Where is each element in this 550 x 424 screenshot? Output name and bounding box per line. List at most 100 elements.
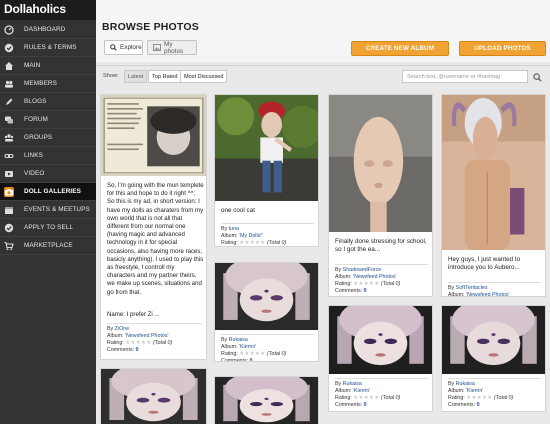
comments-count[interactable]: 0 xyxy=(136,347,139,353)
sidebar-item-main[interactable]: MAIN xyxy=(0,57,96,75)
photo-thumbnail[interactable] xyxy=(101,95,206,176)
search-input[interactable]: Search text, @username or #hashtag xyxy=(402,70,528,83)
tab-my-photos[interactable]: My photos xyxy=(147,40,197,55)
filter-bar: Show: Latest Top Rated Most Discussed Se… xyxy=(96,65,550,86)
photo-card[interactable]: So, I'm going with the mun templete for … xyxy=(100,94,207,360)
photo-album-link[interactable]: 'Kierrin' xyxy=(239,344,256,350)
comments-count[interactable]: 0 xyxy=(477,402,480,408)
album-label: Album: xyxy=(335,388,352,394)
sidebar-item-video[interactable]: VIDEO xyxy=(0,165,96,183)
photo-rating-row: Rating: ★★★★★ (Total 0) xyxy=(107,340,202,347)
divider xyxy=(448,282,541,283)
photo-album-row: Album: 'Kierrin' xyxy=(335,388,430,395)
photo-album-link[interactable]: 'Newsfeed Photos' xyxy=(466,292,510,296)
sidebar-item-doll-galleries[interactable]: DOLL GALLERIES xyxy=(0,183,96,201)
sidebar-item-marketplace[interactable]: MARKETPLACE xyxy=(0,237,96,255)
sidebar-item-apply-to-sell[interactable]: APPLY TO SELL xyxy=(0,219,96,237)
rating-label: Rating: xyxy=(221,240,238,246)
photo-author-row: By Rukaisa xyxy=(221,337,316,344)
filter-top-rated[interactable]: Top Rated xyxy=(148,70,182,83)
photo-card[interactable] xyxy=(214,376,319,424)
photo-album-row: Album: 'Newsfeed Photos' xyxy=(107,333,202,340)
rating-stars[interactable]: ★★★★★ xyxy=(239,351,265,357)
photo-caption: one cool cat xyxy=(221,207,255,214)
rating-stars[interactable]: ★★★★★ xyxy=(239,240,265,246)
photo-card[interactable] xyxy=(100,368,207,424)
comments-count[interactable]: 0 xyxy=(364,402,367,408)
sidebar-item-groups[interactable]: GROUPS xyxy=(0,129,96,147)
photo-author-link[interactable]: SoftTentacles xyxy=(456,285,488,291)
sidebar-item-dashboard[interactable]: DASHBOARD xyxy=(0,21,96,39)
rating-stars[interactable]: ★★★★★ xyxy=(353,281,379,287)
photo-author-link[interactable]: Rukaisa xyxy=(343,381,362,387)
photo-rating-row: Rating: ★★★★★ (Total 0) xyxy=(335,395,430,402)
photo-thumbnail[interactable] xyxy=(215,377,318,424)
photo-album-link[interactable]: 'Kierrin' xyxy=(353,388,370,394)
rating-stars[interactable]: ★★★★★ xyxy=(125,340,151,346)
check-circle-icon xyxy=(4,223,14,233)
sidebar-item-label: EVENTS & MEETUPS xyxy=(24,206,90,213)
photo-author-row: By Rukaisa xyxy=(448,381,543,388)
comments-label: Comments: xyxy=(448,402,476,408)
photo-comments-row: Comments: 0 xyxy=(335,402,430,409)
rating-label: Rating: xyxy=(107,340,124,346)
photo-author-link[interactable]: ShadowedForce xyxy=(343,267,382,273)
photo-meta: By Rukaisa Album: 'Kierrin' Rating: ★★★★★ … xyxy=(448,381,543,409)
sidebar-item-events-meetups[interactable]: EVENTS & MEETUPS xyxy=(0,201,96,219)
sidebar-item-blogs[interactable]: BLOGS xyxy=(0,93,96,111)
sidebar-item-label: RULES & TERMS xyxy=(24,44,77,51)
photo-thumbnail[interactable] xyxy=(215,95,318,201)
photo-thumbnail[interactable] xyxy=(329,306,432,374)
album-label: Album: xyxy=(448,388,465,394)
photo-author-row: By ShadowedForce xyxy=(335,267,430,274)
photo-album-link[interactable]: 'My Dolls!' xyxy=(239,233,263,239)
sidebar-item-forum[interactable]: FORUM xyxy=(0,111,96,129)
photo-thumbnail[interactable] xyxy=(329,95,432,232)
photo-card[interactable]: Hey guys, I just wanted to introduce you… xyxy=(441,94,546,297)
rating-stars[interactable]: ★★★★★ xyxy=(466,395,492,401)
photo-thumbnail[interactable] xyxy=(215,263,318,330)
photo-card[interactable]: By Rukaisa Album: 'Kierrin' Rating: ★★★★★ … xyxy=(328,305,433,412)
divider xyxy=(221,334,314,335)
photo-album-link[interactable]: 'Kierrin' xyxy=(466,388,483,394)
photo-author-link[interactable]: Rukaisa xyxy=(456,381,475,387)
divider xyxy=(335,264,428,265)
groups-icon xyxy=(4,133,14,143)
comments-count[interactable]: 0 xyxy=(250,358,253,361)
upload-photos-button[interactable]: UPLOAD PHOTOS xyxy=(459,41,546,56)
photo-thumbnail[interactable] xyxy=(101,369,206,424)
rating-stars[interactable]: ★★★★★ xyxy=(353,395,379,401)
page-title: BROWSE PHOTOS xyxy=(102,21,199,33)
album-label: Album: xyxy=(335,274,352,280)
by-label: By xyxy=(335,267,342,273)
site-logo[interactable]: Dollaholics xyxy=(0,0,96,20)
sidebar-item-label: VIDEO xyxy=(24,170,45,177)
comments-count[interactable]: 0 xyxy=(364,288,367,294)
sidebar-item-members[interactable]: MEMBERS xyxy=(0,75,96,93)
sidebar-item-rules-terms[interactable]: RULES & TERMS xyxy=(0,39,96,57)
album-label: Album: xyxy=(107,333,124,339)
photo-comments-row: Comments: 0 xyxy=(221,358,316,361)
photo-thumbnail[interactable] xyxy=(442,95,545,250)
photo-thumbnail[interactable] xyxy=(442,306,545,374)
photo-author-link[interactable]: tuna xyxy=(229,226,239,232)
photo-author-link[interactable]: Rukaisa xyxy=(229,337,248,343)
photo-author-link[interactable]: ZiOne xyxy=(115,326,129,332)
sidebar-item-label: MEMBERS xyxy=(24,80,58,87)
filter-most-discussed[interactable]: Most Discussed xyxy=(180,70,228,83)
photo-rating-row: Rating: ★★★★★ (Total 0) xyxy=(335,281,430,288)
filter-latest[interactable]: Latest xyxy=(124,70,148,83)
photo-album-link[interactable]: 'Newsfeed Photos' xyxy=(353,274,397,280)
sidebar-item-links[interactable]: LINKS xyxy=(0,147,96,165)
photo-card[interactable]: Finally done stressing for school, so I … xyxy=(328,94,433,297)
photo-caption-more: Name: I prefer Zi ... xyxy=(107,311,160,318)
tab-explore[interactable]: Explore xyxy=(104,40,143,55)
by-label: By xyxy=(221,226,228,232)
search-icon[interactable] xyxy=(531,71,543,83)
photo-card[interactable]: By Rukaisa Album: 'Kierrin' Rating: ★★★★★ … xyxy=(441,305,546,412)
photo-album-link[interactable]: 'Newsfeed Photos' xyxy=(125,333,169,339)
photo-card[interactable]: By Rukaisa Album: 'Kierrin' Rating: ★★★★★ … xyxy=(214,262,319,362)
photo-card[interactable]: one cool cat By tuna Album: 'My Dolls!' Rat… xyxy=(214,94,319,247)
create-album-button[interactable]: CREATE NEW ALBUM xyxy=(351,41,449,56)
tab-my-photos-label: My photos xyxy=(164,40,184,55)
